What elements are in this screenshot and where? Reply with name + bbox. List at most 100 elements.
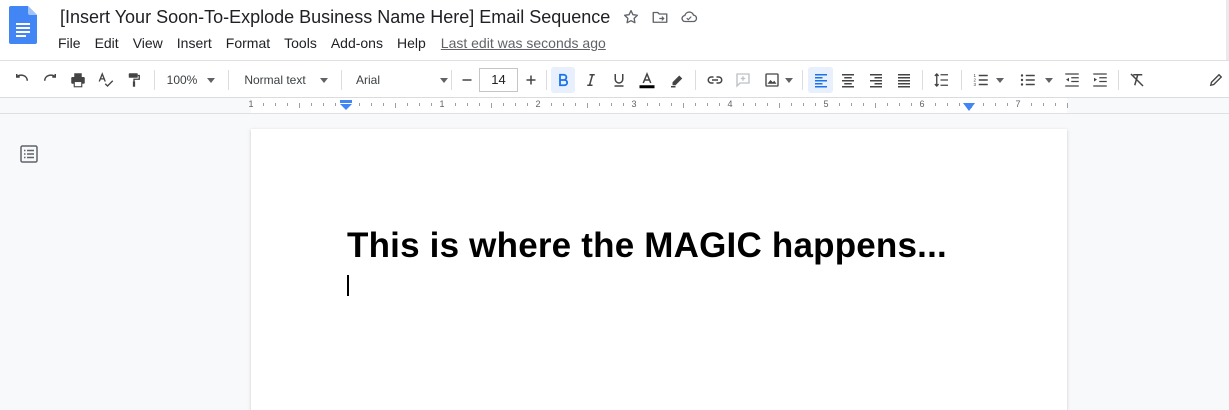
decrease-font-size-button[interactable] <box>456 67 478 93</box>
ruler-tick <box>551 103 552 106</box>
print-icon[interactable] <box>66 67 90 93</box>
menu-edit[interactable]: Edit <box>88 35 126 51</box>
paragraph-style-dropdown[interactable]: Normal text <box>240 67 332 93</box>
ruler-tick <box>719 103 720 106</box>
image-icon[interactable] <box>759 67 797 93</box>
star-icon[interactable] <box>621 7 641 27</box>
underline-icon[interactable] <box>607 67 631 93</box>
ruler-tick <box>419 103 420 106</box>
italic-icon[interactable] <box>579 67 603 93</box>
comment-icon[interactable] <box>731 67 755 93</box>
numbered-list-icon[interactable]: 123 <box>968 67 1008 93</box>
ruler-tick <box>311 103 312 106</box>
ruler-tick <box>815 103 816 106</box>
ruler-tick <box>779 103 780 108</box>
menu-file[interactable]: File <box>51 35 88 51</box>
toolbar-separator <box>341 70 342 90</box>
zoom-dropdown[interactable]: 100% <box>162 67 220 93</box>
ruler-tick <box>263 103 264 106</box>
text-color-icon[interactable] <box>635 67 659 93</box>
menu-format[interactable]: Format <box>219 35 277 51</box>
ruler-tick <box>707 103 708 106</box>
move-to-folder-icon[interactable] <box>650 7 670 27</box>
document-page[interactable]: This is where the MAGIC happens... <box>251 129 1067 410</box>
menu-insert[interactable]: Insert <box>170 35 219 51</box>
justify-icon[interactable] <box>892 67 916 93</box>
toolbar-separator <box>451 70 452 90</box>
paint-format-icon[interactable] <box>122 67 146 93</box>
document-title[interactable]: [Insert Your Soon-To-Explode Business Na… <box>58 7 612 28</box>
ruler-tick <box>803 103 804 106</box>
line-spacing-icon[interactable] <box>930 67 954 93</box>
increase-indent-icon[interactable] <box>1088 67 1112 93</box>
ruler-label: 1 <box>248 99 254 109</box>
ruler-tick <box>407 103 408 106</box>
google-docs-icon[interactable] <box>9 6 37 44</box>
cloud-saved-icon[interactable] <box>679 7 699 27</box>
bulleted-list-icon[interactable] <box>1015 67 1057 93</box>
menu-bar: File Edit View Insert Format Tools Add-o… <box>51 33 606 53</box>
toolbar-separator <box>1118 70 1119 90</box>
menu-view[interactable]: View <box>126 35 170 51</box>
ruler-tick <box>1031 103 1032 106</box>
editing-mode-icon[interactable] <box>1204 67 1228 93</box>
ruler-label: 1 <box>439 99 445 109</box>
chevron-down-icon <box>440 77 448 83</box>
ruler-tick <box>467 103 468 106</box>
ruler-label: 6 <box>919 99 925 109</box>
ruler-tick <box>491 103 492 108</box>
redo-icon[interactable] <box>38 67 62 93</box>
toolbar-separator <box>802 70 803 90</box>
ruler-tick <box>743 103 744 106</box>
ruler-tick <box>611 103 612 106</box>
chevron-down-icon <box>785 77 793 83</box>
ruler-tick <box>899 103 900 106</box>
menu-add-ons[interactable]: Add-ons <box>324 35 390 51</box>
bold-icon[interactable] <box>551 67 575 93</box>
ruler-tick <box>935 103 936 106</box>
toolbar-separator <box>546 70 547 90</box>
ruler-tick <box>947 103 948 106</box>
font-size-input[interactable]: 14 <box>479 68 518 92</box>
document-heading[interactable]: This is where the MAGIC happens... <box>347 226 947 266</box>
font-value: Arial <box>356 73 381 87</box>
ruler-tick <box>1067 103 1068 108</box>
horizontal-ruler[interactable]: 1 1 2 3 4 5 6 7 <box>0 98 1229 114</box>
clear-formatting-icon[interactable] <box>1125 67 1149 93</box>
document-outline-icon[interactable] <box>19 144 39 164</box>
ruler-tick <box>623 103 624 106</box>
highlight-icon[interactable] <box>665 67 689 93</box>
align-right-icon[interactable] <box>864 67 888 93</box>
ruler-tick <box>791 103 792 106</box>
ruler-tick <box>455 103 456 106</box>
ruler-tick <box>695 103 696 106</box>
increase-font-size-button[interactable] <box>520 67 542 93</box>
spellcheck-icon[interactable] <box>94 67 118 93</box>
right-indent-marker-icon[interactable] <box>963 103 975 111</box>
ruler-tick <box>887 103 888 106</box>
link-icon[interactable] <box>703 67 727 93</box>
ruler-tick <box>395 103 396 108</box>
ruler-tick <box>851 103 852 106</box>
svg-text:3: 3 <box>974 82 977 87</box>
ruler-tick <box>983 103 984 106</box>
menu-tools[interactable]: Tools <box>277 35 324 51</box>
align-left-icon[interactable] <box>808 67 833 93</box>
ruler-tick <box>1043 103 1044 106</box>
zoom-value: 100% <box>166 73 198 87</box>
docs-header: [Insert Your Soon-To-Explode Business Na… <box>0 0 1229 60</box>
ruler-tick <box>575 103 576 106</box>
font-dropdown[interactable]: Arial <box>356 67 448 93</box>
ruler-tick <box>563 103 564 106</box>
menu-help[interactable]: Help <box>390 35 433 51</box>
ruler-tick <box>527 103 528 106</box>
align-center-icon[interactable] <box>836 67 860 93</box>
ruler-tick <box>515 103 516 106</box>
toolbar-separator <box>961 70 962 90</box>
undo-icon[interactable] <box>10 67 34 93</box>
decrease-indent-icon[interactable] <box>1060 67 1084 93</box>
ruler-tick <box>875 103 876 108</box>
last-edit-link[interactable]: Last edit was seconds ago <box>441 35 606 51</box>
left-indent-marker-icon[interactable] <box>339 100 353 110</box>
ruler-tick <box>335 103 336 106</box>
